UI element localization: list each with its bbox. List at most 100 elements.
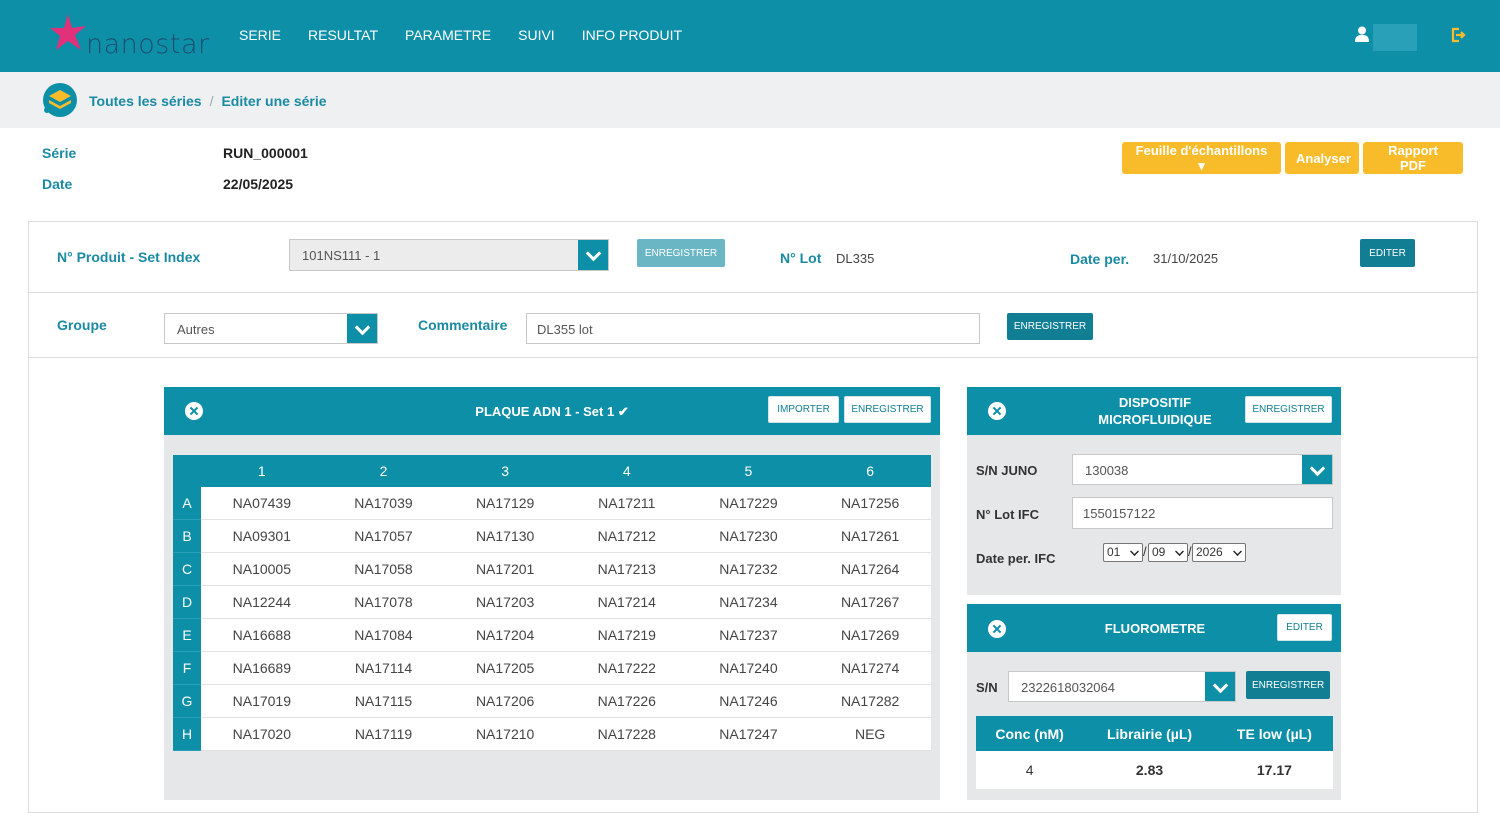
plate-well[interactable]: NA16689: [201, 651, 323, 685]
plate-row-header: H: [173, 717, 201, 751]
plate-well[interactable]: NA17210: [444, 717, 566, 751]
ifc-year-select[interactable]: 2026: [1192, 543, 1246, 562]
plate-well[interactable]: NA17203: [444, 585, 566, 619]
chevron-down-icon[interactable]: [1205, 672, 1235, 701]
ifc-month-select[interactable]: 09: [1148, 543, 1188, 562]
plate-well[interactable]: NA17205: [444, 651, 566, 685]
close-icon[interactable]: [185, 402, 203, 420]
plate-well[interactable]: NA17240: [687, 651, 810, 685]
chevron-down-icon[interactable]: [1302, 455, 1332, 484]
plate-well[interactable]: NA17234: [687, 585, 810, 619]
save-comment-button[interactable]: ENREGISTRER: [1007, 313, 1093, 340]
plate-well[interactable]: NA17039: [322, 487, 445, 520]
product-set-index-label: N° Produit - Set Index: [57, 249, 201, 265]
import-plate-button[interactable]: IMPORTER: [768, 396, 839, 423]
device-title-line1: DISPOSITIF: [1118, 395, 1192, 410]
plate-well[interactable]: NA17232: [687, 552, 810, 586]
plate-well[interactable]: NA17226: [565, 684, 688, 718]
plate-well[interactable]: NA17256: [809, 487, 931, 520]
plate-well[interactable]: NA17214: [565, 585, 688, 619]
nav-item-resultat[interactable]: RESULTAT: [308, 27, 378, 43]
series-stack-icon: [43, 83, 77, 117]
save-fluorometer-button[interactable]: ENREGISTRER: [1246, 671, 1330, 699]
plate-well[interactable]: NA17019: [201, 684, 323, 718]
analyze-button[interactable]: Analyser: [1285, 142, 1359, 174]
serie-label: Série: [42, 145, 77, 161]
plate-well[interactable]: NA17201: [444, 552, 566, 586]
plate-well[interactable]: NA16688: [201, 618, 323, 652]
plate-well[interactable]: NA17212: [565, 519, 688, 553]
plate-well[interactable]: NA12244: [201, 585, 323, 619]
device-title: DISPOSITIF MICROFLUIDIQUE: [1080, 394, 1230, 428]
plate-well[interactable]: NA10005: [201, 552, 323, 586]
plate-well[interactable]: NA17211: [565, 487, 688, 520]
plate-well[interactable]: NEG: [809, 717, 931, 751]
plate-well[interactable]: NA17237: [687, 618, 810, 652]
close-icon[interactable]: [988, 402, 1006, 420]
ifc-lot-label: N° Lot IFC: [976, 507, 1039, 522]
user-name-box[interactable]: [1373, 24, 1417, 51]
chevron-down-icon[interactable]: [347, 314, 377, 343]
nav-item-info-produit[interactable]: INFO PRODUIT: [582, 27, 682, 43]
plate-well[interactable]: NA17119: [322, 717, 445, 751]
breadcrumb: Toutes les séries / Editer une série: [89, 93, 327, 109]
save-product-button[interactable]: ENREGISTRER: [637, 239, 725, 267]
brand-logo[interactable]: nanostar: [48, 12, 218, 60]
user-icon[interactable]: [1355, 26, 1369, 42]
ifc-month-value: 09: [1152, 545, 1166, 559]
plate-well[interactable]: NA17130: [444, 519, 566, 553]
plate-well[interactable]: NA17213: [565, 552, 688, 586]
chevron-down-icon[interactable]: [578, 240, 608, 270]
close-icon[interactable]: [988, 620, 1006, 638]
nav-item-parametre[interactable]: PARAMETRE: [405, 27, 491, 43]
plate-well[interactable]: NA17058: [322, 552, 445, 586]
edit-fluorometer-button[interactable]: EDITER: [1277, 614, 1332, 641]
pdf-report-button[interactable]: Rapport PDF: [1363, 142, 1463, 174]
plate-well[interactable]: NA17129: [444, 487, 566, 520]
plate-well[interactable]: NA17267: [809, 585, 931, 619]
plate-table: 1 2 3 4 5 6 A NA07439 NA17039 NA17129 NA1721…: [173, 455, 931, 751]
plate-well[interactable]: NA17219: [565, 618, 688, 652]
plate-well[interactable]: NA17057: [322, 519, 445, 553]
logout-icon[interactable]: [1450, 27, 1466, 43]
save-device-button[interactable]: ENREGISTRER: [1245, 396, 1332, 423]
sample-sheet-button[interactable]: Feuille d'échantillons ▾: [1122, 142, 1281, 174]
plate-well[interactable]: NA17084: [322, 618, 445, 652]
plate-well[interactable]: NA17114: [322, 651, 445, 685]
nav-item-serie[interactable]: SERIE: [239, 27, 281, 43]
table-row: C NA10005 NA17058 NA17201 NA17213 NA17232 NA17…: [173, 552, 931, 586]
plate-well[interactable]: NA17204: [444, 618, 566, 652]
fluoro-sn-select[interactable]: 2322618032064: [1008, 671, 1236, 702]
plate-well[interactable]: NA17274: [809, 651, 931, 685]
plate-well[interactable]: NA17115: [322, 684, 445, 718]
plate-well[interactable]: NA17229: [687, 487, 810, 520]
ifc-lot-input[interactable]: 1550157122: [1072, 497, 1333, 529]
plate-col-header: 4: [565, 455, 688, 487]
plate-well[interactable]: NA17246: [687, 684, 810, 718]
plate-well[interactable]: NA17264: [809, 552, 931, 586]
ifc-day-select[interactable]: 01: [1103, 543, 1143, 562]
plate-well[interactable]: NA17228: [565, 717, 688, 751]
juno-sn-select[interactable]: 130038: [1072, 454, 1333, 485]
edit-product-button[interactable]: EDITER: [1360, 239, 1415, 267]
group-select[interactable]: Autres: [164, 313, 378, 344]
lot-label: N° Lot: [780, 250, 822, 266]
plate-well[interactable]: NA17261: [809, 519, 931, 553]
product-set-index-select[interactable]: 101NS111 - 1: [289, 239, 609, 271]
expiry-date-value: 31/10/2025: [1153, 251, 1219, 266]
plate-well[interactable]: NA09301: [201, 519, 323, 553]
plate-well[interactable]: NA17206: [444, 684, 566, 718]
plate-well[interactable]: NA17230: [687, 519, 810, 553]
plate-well[interactable]: NA17222: [565, 651, 688, 685]
nav-item-suivi[interactable]: SUIVI: [518, 27, 555, 43]
save-plate-button[interactable]: ENREGISTRER: [844, 396, 931, 423]
plate-well[interactable]: NA17269: [809, 618, 931, 652]
table-row: B NA09301 NA17057 NA17130 NA17212 NA17230 NA17…: [173, 519, 931, 553]
plate-well[interactable]: NA17247: [687, 717, 810, 751]
comment-input[interactable]: DL355 lot: [526, 313, 980, 344]
plate-well[interactable]: NA17282: [809, 684, 931, 718]
plate-well[interactable]: NA07439: [201, 487, 323, 520]
plate-well[interactable]: NA17078: [322, 585, 445, 619]
breadcrumb-all-series[interactable]: Toutes les séries: [89, 93, 202, 109]
plate-well[interactable]: NA17020: [201, 717, 323, 751]
